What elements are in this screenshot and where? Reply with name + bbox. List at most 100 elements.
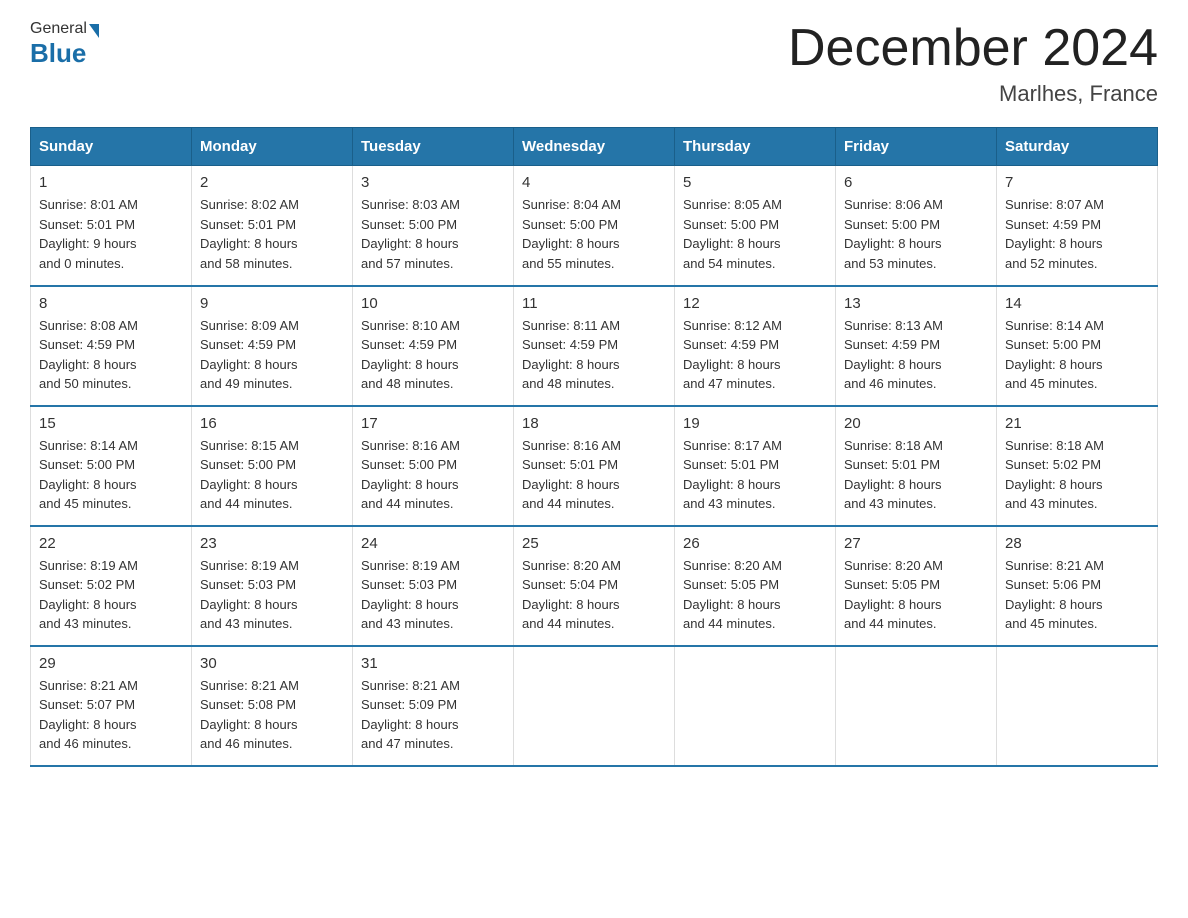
day-number: 6 <box>844 174 988 191</box>
day-info: Sunrise: 8:07 AMSunset: 4:59 PMDaylight:… <box>1005 195 1149 273</box>
day-info: Sunrise: 8:19 AMSunset: 5:03 PMDaylight:… <box>361 556 505 634</box>
logo-arrow-icon <box>89 24 99 38</box>
day-info: Sunrise: 8:14 AMSunset: 5:00 PMDaylight:… <box>1005 316 1149 394</box>
day-number: 31 <box>361 655 505 672</box>
calendar-day-cell: 11 Sunrise: 8:11 AMSunset: 4:59 PMDaylig… <box>514 286 675 406</box>
day-info: Sunrise: 8:20 AMSunset: 5:05 PMDaylight:… <box>683 556 827 634</box>
day-number: 11 <box>522 295 666 312</box>
calendar-day-cell: 30 Sunrise: 8:21 AMSunset: 5:08 PMDaylig… <box>192 646 353 766</box>
calendar-day-cell: 18 Sunrise: 8:16 AMSunset: 5:01 PMDaylig… <box>514 406 675 526</box>
day-info: Sunrise: 8:21 AMSunset: 5:09 PMDaylight:… <box>361 676 505 754</box>
day-info: Sunrise: 8:08 AMSunset: 4:59 PMDaylight:… <box>39 316 183 394</box>
day-number: 20 <box>844 415 988 432</box>
day-number: 23 <box>200 535 344 552</box>
day-info: Sunrise: 8:18 AMSunset: 5:02 PMDaylight:… <box>1005 436 1149 514</box>
day-info: Sunrise: 8:20 AMSunset: 5:05 PMDaylight:… <box>844 556 988 634</box>
day-number: 29 <box>39 655 183 672</box>
title-block: December 2024 Marlhes, France <box>788 20 1158 107</box>
day-info: Sunrise: 8:16 AMSunset: 5:00 PMDaylight:… <box>361 436 505 514</box>
day-info: Sunrise: 8:20 AMSunset: 5:04 PMDaylight:… <box>522 556 666 634</box>
weekday-header: Tuesday <box>353 128 514 166</box>
location-text: Marlhes, France <box>788 81 1158 107</box>
calendar-table: SundayMondayTuesdayWednesdayThursdayFrid… <box>30 127 1158 767</box>
day-number: 15 <box>39 415 183 432</box>
calendar-day-cell: 7 Sunrise: 8:07 AMSunset: 4:59 PMDayligh… <box>997 166 1158 286</box>
weekday-header: Saturday <box>997 128 1158 166</box>
day-info: Sunrise: 8:19 AMSunset: 5:03 PMDaylight:… <box>200 556 344 634</box>
logo-blue-text: Blue <box>30 38 99 69</box>
day-info: Sunrise: 8:09 AMSunset: 4:59 PMDaylight:… <box>200 316 344 394</box>
day-number: 27 <box>844 535 988 552</box>
day-number: 5 <box>683 174 827 191</box>
calendar-week-row: 29 Sunrise: 8:21 AMSunset: 5:07 PMDaylig… <box>31 646 1158 766</box>
calendar-day-cell <box>675 646 836 766</box>
calendar-day-cell: 9 Sunrise: 8:09 AMSunset: 4:59 PMDayligh… <box>192 286 353 406</box>
day-info: Sunrise: 8:01 AMSunset: 5:01 PMDaylight:… <box>39 195 183 273</box>
day-info: Sunrise: 8:16 AMSunset: 5:01 PMDaylight:… <box>522 436 666 514</box>
day-number: 18 <box>522 415 666 432</box>
day-info: Sunrise: 8:19 AMSunset: 5:02 PMDaylight:… <box>39 556 183 634</box>
weekday-header: Wednesday <box>514 128 675 166</box>
day-number: 3 <box>361 174 505 191</box>
day-info: Sunrise: 8:10 AMSunset: 4:59 PMDaylight:… <box>361 316 505 394</box>
day-number: 17 <box>361 415 505 432</box>
day-number: 24 <box>361 535 505 552</box>
day-info: Sunrise: 8:18 AMSunset: 5:01 PMDaylight:… <box>844 436 988 514</box>
day-number: 26 <box>683 535 827 552</box>
calendar-day-cell: 29 Sunrise: 8:21 AMSunset: 5:07 PMDaylig… <box>31 646 192 766</box>
calendar-day-cell: 17 Sunrise: 8:16 AMSunset: 5:00 PMDaylig… <box>353 406 514 526</box>
calendar-week-row: 1 Sunrise: 8:01 AMSunset: 5:01 PMDayligh… <box>31 166 1158 286</box>
day-info: Sunrise: 8:17 AMSunset: 5:01 PMDaylight:… <box>683 436 827 514</box>
calendar-day-cell: 13 Sunrise: 8:13 AMSunset: 4:59 PMDaylig… <box>836 286 997 406</box>
day-number: 9 <box>200 295 344 312</box>
calendar-day-cell: 27 Sunrise: 8:20 AMSunset: 5:05 PMDaylig… <box>836 526 997 646</box>
day-info: Sunrise: 8:12 AMSunset: 4:59 PMDaylight:… <box>683 316 827 394</box>
day-info: Sunrise: 8:14 AMSunset: 5:00 PMDaylight:… <box>39 436 183 514</box>
calendar-day-cell <box>836 646 997 766</box>
calendar-day-cell <box>514 646 675 766</box>
day-number: 25 <box>522 535 666 552</box>
weekday-header: Sunday <box>31 128 192 166</box>
calendar-day-cell: 3 Sunrise: 8:03 AMSunset: 5:00 PMDayligh… <box>353 166 514 286</box>
day-number: 28 <box>1005 535 1149 552</box>
calendar-day-cell <box>997 646 1158 766</box>
calendar-day-cell: 31 Sunrise: 8:21 AMSunset: 5:09 PMDaylig… <box>353 646 514 766</box>
day-number: 13 <box>844 295 988 312</box>
day-info: Sunrise: 8:02 AMSunset: 5:01 PMDaylight:… <box>200 195 344 273</box>
day-number: 30 <box>200 655 344 672</box>
day-number: 19 <box>683 415 827 432</box>
day-number: 4 <box>522 174 666 191</box>
logo: General Blue <box>30 20 99 69</box>
day-number: 2 <box>200 174 344 191</box>
calendar-day-cell: 28 Sunrise: 8:21 AMSunset: 5:06 PMDaylig… <box>997 526 1158 646</box>
day-info: Sunrise: 8:06 AMSunset: 5:00 PMDaylight:… <box>844 195 988 273</box>
calendar-day-cell: 21 Sunrise: 8:18 AMSunset: 5:02 PMDaylig… <box>997 406 1158 526</box>
calendar-day-cell: 1 Sunrise: 8:01 AMSunset: 5:01 PMDayligh… <box>31 166 192 286</box>
calendar-day-cell: 16 Sunrise: 8:15 AMSunset: 5:00 PMDaylig… <box>192 406 353 526</box>
day-number: 14 <box>1005 295 1149 312</box>
month-title: December 2024 <box>788 20 1158 77</box>
calendar-day-cell: 5 Sunrise: 8:05 AMSunset: 5:00 PMDayligh… <box>675 166 836 286</box>
calendar-day-cell: 23 Sunrise: 8:19 AMSunset: 5:03 PMDaylig… <box>192 526 353 646</box>
day-number: 8 <box>39 295 183 312</box>
calendar-day-cell: 12 Sunrise: 8:12 AMSunset: 4:59 PMDaylig… <box>675 286 836 406</box>
day-number: 12 <box>683 295 827 312</box>
calendar-day-cell: 10 Sunrise: 8:10 AMSunset: 4:59 PMDaylig… <box>353 286 514 406</box>
day-info: Sunrise: 8:15 AMSunset: 5:00 PMDaylight:… <box>200 436 344 514</box>
day-info: Sunrise: 8:21 AMSunset: 5:07 PMDaylight:… <box>39 676 183 754</box>
weekday-header: Friday <box>836 128 997 166</box>
weekday-header: Thursday <box>675 128 836 166</box>
weekday-header: Monday <box>192 128 353 166</box>
calendar-day-cell: 8 Sunrise: 8:08 AMSunset: 4:59 PMDayligh… <box>31 286 192 406</box>
calendar-day-cell: 2 Sunrise: 8:02 AMSunset: 5:01 PMDayligh… <box>192 166 353 286</box>
day-info: Sunrise: 8:03 AMSunset: 5:00 PMDaylight:… <box>361 195 505 273</box>
calendar-day-cell: 14 Sunrise: 8:14 AMSunset: 5:00 PMDaylig… <box>997 286 1158 406</box>
day-number: 21 <box>1005 415 1149 432</box>
calendar-day-cell: 26 Sunrise: 8:20 AMSunset: 5:05 PMDaylig… <box>675 526 836 646</box>
day-info: Sunrise: 8:05 AMSunset: 5:00 PMDaylight:… <box>683 195 827 273</box>
day-number: 7 <box>1005 174 1149 191</box>
calendar-day-cell: 25 Sunrise: 8:20 AMSunset: 5:04 PMDaylig… <box>514 526 675 646</box>
day-info: Sunrise: 8:21 AMSunset: 5:08 PMDaylight:… <box>200 676 344 754</box>
day-info: Sunrise: 8:04 AMSunset: 5:00 PMDaylight:… <box>522 195 666 273</box>
day-info: Sunrise: 8:21 AMSunset: 5:06 PMDaylight:… <box>1005 556 1149 634</box>
